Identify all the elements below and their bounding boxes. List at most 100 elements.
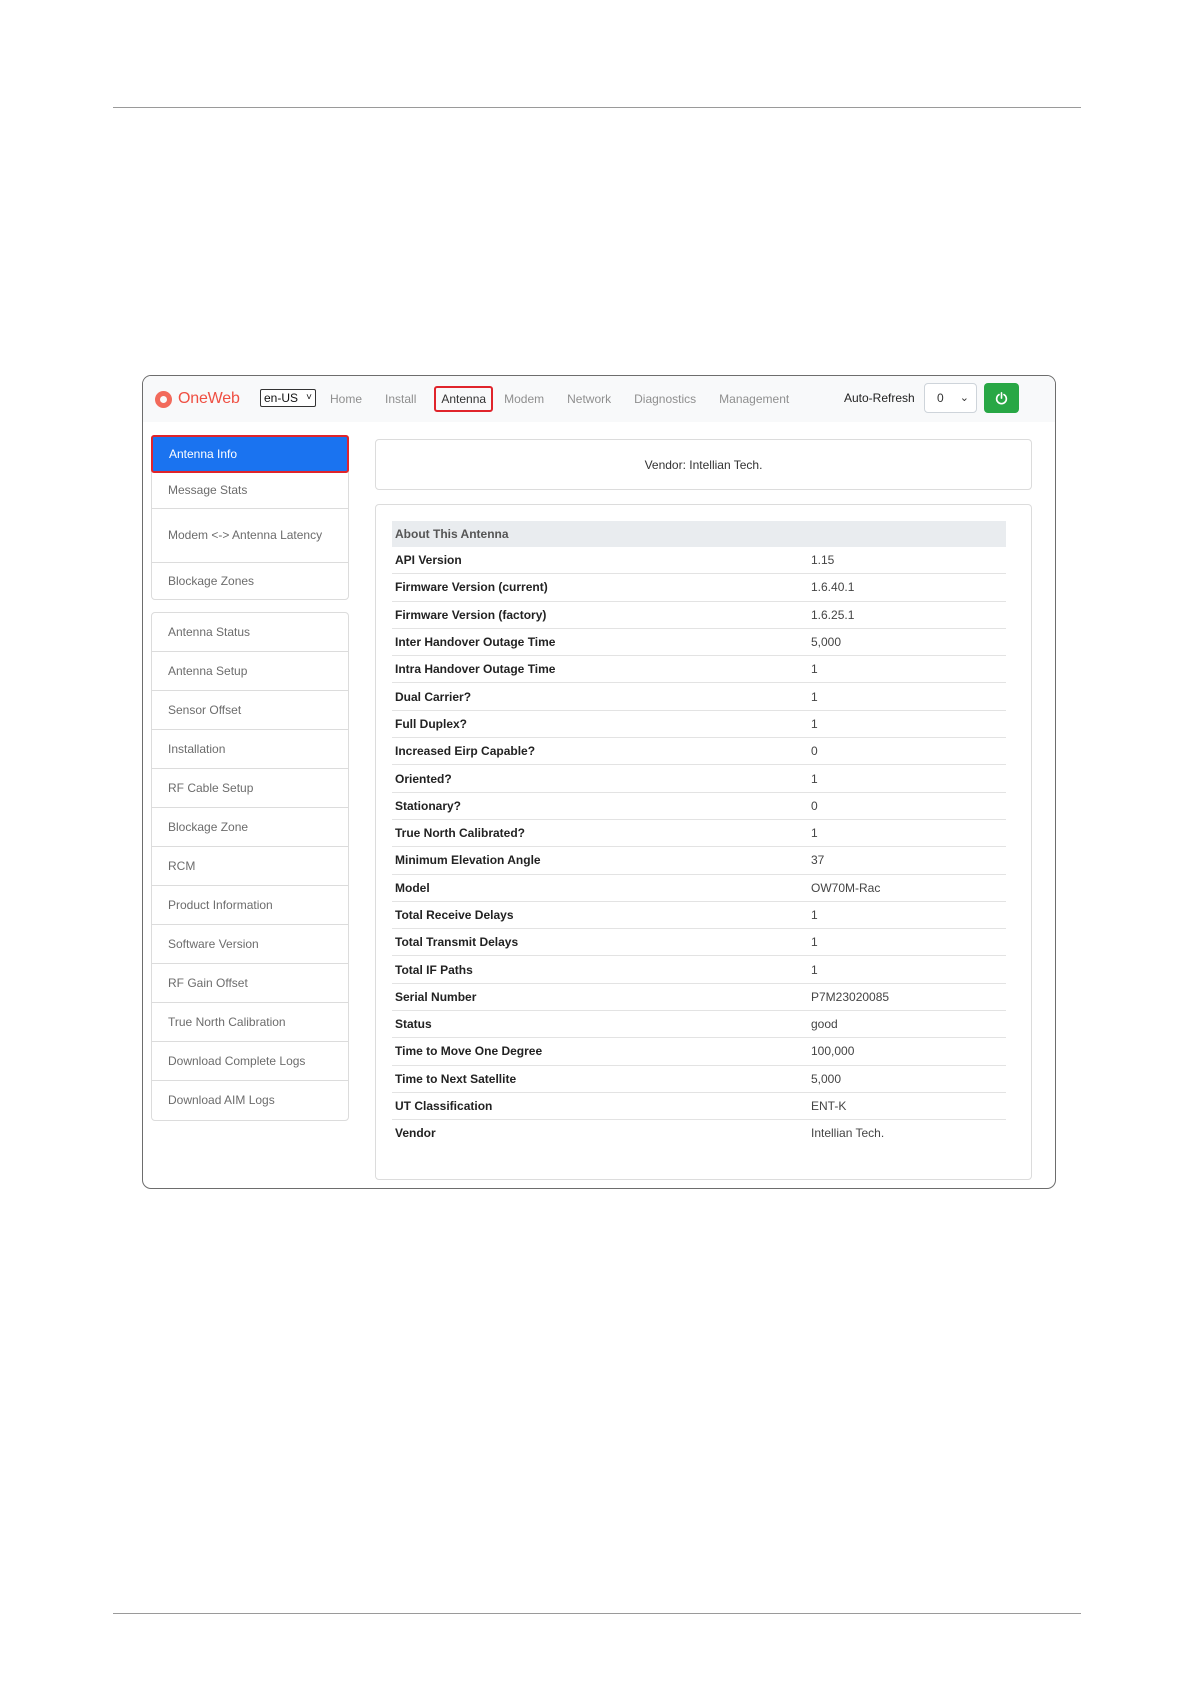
property-value: 1	[808, 928, 1006, 957]
table-row: Firmware Version (factory) 1.6.25.1	[392, 601, 1006, 629]
nav-links: Home Install Antenna Modem Network Diagnostic…	[325, 376, 807, 422]
sidebar-item-modem-antenna-latency[interactable]: Modem <-> Antenna Latency	[152, 509, 348, 563]
sidebar-item-sensor-offset[interactable]: Sensor Offset	[152, 691, 348, 730]
table-row: Increased Eirp Capable? 0	[392, 737, 1006, 766]
sidebar-item-message-stats[interactable]: Message Stats	[152, 473, 348, 509]
property-value: Intellian Tech.	[811, 1126, 885, 1141]
nav-link-home[interactable]: Home	[325, 387, 367, 411]
property-name: Vendor	[395, 1126, 436, 1141]
property-name: Intra Handover Outage Time	[392, 655, 808, 684]
property-name: Inter Handover Outage Time	[392, 628, 808, 657]
property-value: 1	[808, 655, 1006, 684]
property-name: Serial Number	[392, 983, 808, 1012]
table-row: Total Receive Delays 1	[392, 901, 1006, 930]
about-antenna-panel: About This Antenna API Version 1.15 Firmwa…	[375, 504, 1032, 1180]
property-value: 1.6.25.1	[808, 601, 1006, 629]
table-row: Oriented? 1	[392, 764, 1006, 793]
sidebar-item-rf-cable-setup[interactable]: RF Cable Setup	[152, 769, 348, 808]
sidebar-item-rcm[interactable]: RCM	[152, 847, 348, 886]
property-value: ENT-K	[808, 1092, 1006, 1121]
page-top-rule	[113, 107, 1081, 108]
brand-name: OneWeb	[178, 390, 240, 407]
property-name: Firmware Version (factory)	[392, 601, 808, 629]
property-value: 5,000	[808, 628, 1006, 657]
chevron-down-icon: ˅	[306, 392, 312, 403]
table-row: API Version 1.15	[392, 547, 1006, 575]
nav-link-network[interactable]: Network	[562, 387, 616, 411]
property-name: Status	[392, 1010, 808, 1039]
nav-link-antenna[interactable]: Antenna	[434, 386, 494, 412]
nav-link-modem[interactable]: Modem	[499, 387, 549, 411]
table-row: Time to Next Satellite 5,000	[392, 1065, 1006, 1093]
property-value: 0	[808, 792, 1006, 820]
sidebar-item-software-version[interactable]: Software Version	[152, 925, 348, 964]
table-row: Model OW70M-Rac	[392, 874, 1006, 902]
nav-link-management[interactable]: Management	[714, 387, 794, 411]
property-value: good	[808, 1010, 1006, 1039]
sidebar-item-product-information[interactable]: Product Information	[152, 886, 348, 925]
property-value: 5,000	[808, 1065, 1006, 1093]
table-row: UT Classification ENT-K	[392, 1092, 1006, 1121]
sidebar-item-download-complete-logs[interactable]: Download Complete Logs	[152, 1042, 348, 1081]
sidebar-item-true-north-calibration[interactable]: True North Calibration	[152, 1003, 348, 1042]
property-name: Firmware Version (current)	[392, 573, 808, 602]
table-row: Total Transmit Delays 1	[392, 928, 1006, 957]
sidebar-item-blockage-zones[interactable]: Blockage Zones	[152, 563, 348, 599]
oneweb-logo-icon	[155, 390, 172, 408]
property-name: Increased Eirp Capable?	[392, 737, 808, 766]
auto-refresh-select[interactable]: 0 ⌄	[924, 383, 977, 413]
language-value: en-US	[264, 391, 299, 405]
navbar: OneWeb en-US ˅ Home Install Antenna Modem Ne…	[143, 376, 1055, 422]
property-name: Model	[392, 874, 808, 902]
sidebar-group-settings: Antenna Status Antenna Setup Sensor Offset…	[151, 612, 349, 1121]
nav-link-install[interactable]: Install	[380, 387, 421, 411]
sidebar-item-installation[interactable]: Installation	[152, 730, 348, 769]
table-row: Inter Handover Outage Time 5,000	[392, 628, 1006, 657]
property-name: Oriented?	[392, 764, 808, 793]
sidebar-item-antenna-setup[interactable]: Antenna Setup	[152, 652, 348, 691]
sidebar-item-blockage-zone[interactable]: Blockage Zone	[152, 808, 348, 847]
sidebar-item-antenna-info[interactable]: Antenna Info	[151, 435, 349, 473]
table-row: Vendor Intellian Tech.	[392, 1120, 1006, 1147]
auto-refresh-label: Auto-Refresh	[844, 391, 915, 405]
sidebar-item-download-aim-logs[interactable]: Download AIM Logs	[152, 1081, 348, 1120]
auto-refresh-value: 0	[937, 391, 944, 405]
property-value: 1	[808, 819, 1006, 848]
property-name: True North Calibrated?	[392, 819, 808, 848]
property-value: 1.15	[808, 547, 1006, 575]
table-row: Stationary? 0	[392, 792, 1006, 820]
property-value: 0	[808, 737, 1006, 766]
sidebar-item-antenna-status[interactable]: Antenna Status	[152, 613, 348, 652]
table-row: True North Calibrated? 1	[392, 819, 1006, 848]
nav-link-diagnostics[interactable]: Diagnostics	[629, 387, 701, 411]
property-value: 1	[808, 764, 1006, 793]
chevron-down-icon: ⌄	[959, 392, 969, 404]
property-value: 100,000	[808, 1037, 1006, 1066]
table-row: Serial Number P7M23020085	[392, 983, 1006, 1012]
property-name: Full Duplex?	[392, 710, 808, 739]
power-icon	[995, 391, 1008, 404]
property-name: Dual Carrier?	[392, 682, 808, 711]
app-window: OneWeb en-US ˅ Home Install Antenna Modem Ne…	[142, 375, 1056, 1189]
oneweb-logo[interactable]: OneWeb	[155, 386, 240, 412]
table-row: Dual Carrier? 1	[392, 682, 1006, 711]
table-row: Full Duplex? 1	[392, 710, 1006, 739]
language-select[interactable]: en-US ˅	[260, 389, 316, 407]
property-value: 1	[808, 955, 1006, 984]
sidebar-group-main: Antenna Info Message Stats Modem <-> Anten…	[151, 435, 349, 600]
table-row: Status good	[392, 1010, 1006, 1039]
power-button[interactable]	[984, 383, 1019, 413]
sidebar-item-rf-gain-offset[interactable]: RF Gain Offset	[152, 964, 348, 1003]
property-value: 1	[808, 901, 1006, 930]
table-header: About This Antenna	[392, 521, 1006, 547]
property-name: Time to Next Satellite	[392, 1065, 808, 1093]
property-name: Stationary?	[392, 792, 808, 820]
page-bottom-rule	[113, 1613, 1081, 1614]
property-name: Minimum Elevation Angle	[392, 846, 808, 875]
property-value: 1	[808, 682, 1006, 711]
table-row: Intra Handover Outage Time 1	[392, 655, 1006, 684]
property-name: API Version	[392, 547, 808, 575]
table-row: Time to Move One Degree 100,000	[392, 1037, 1006, 1066]
vendor-banner-text: Vendor: Intellian Tech.	[644, 457, 763, 472]
property-name: Total IF Paths	[392, 955, 808, 984]
